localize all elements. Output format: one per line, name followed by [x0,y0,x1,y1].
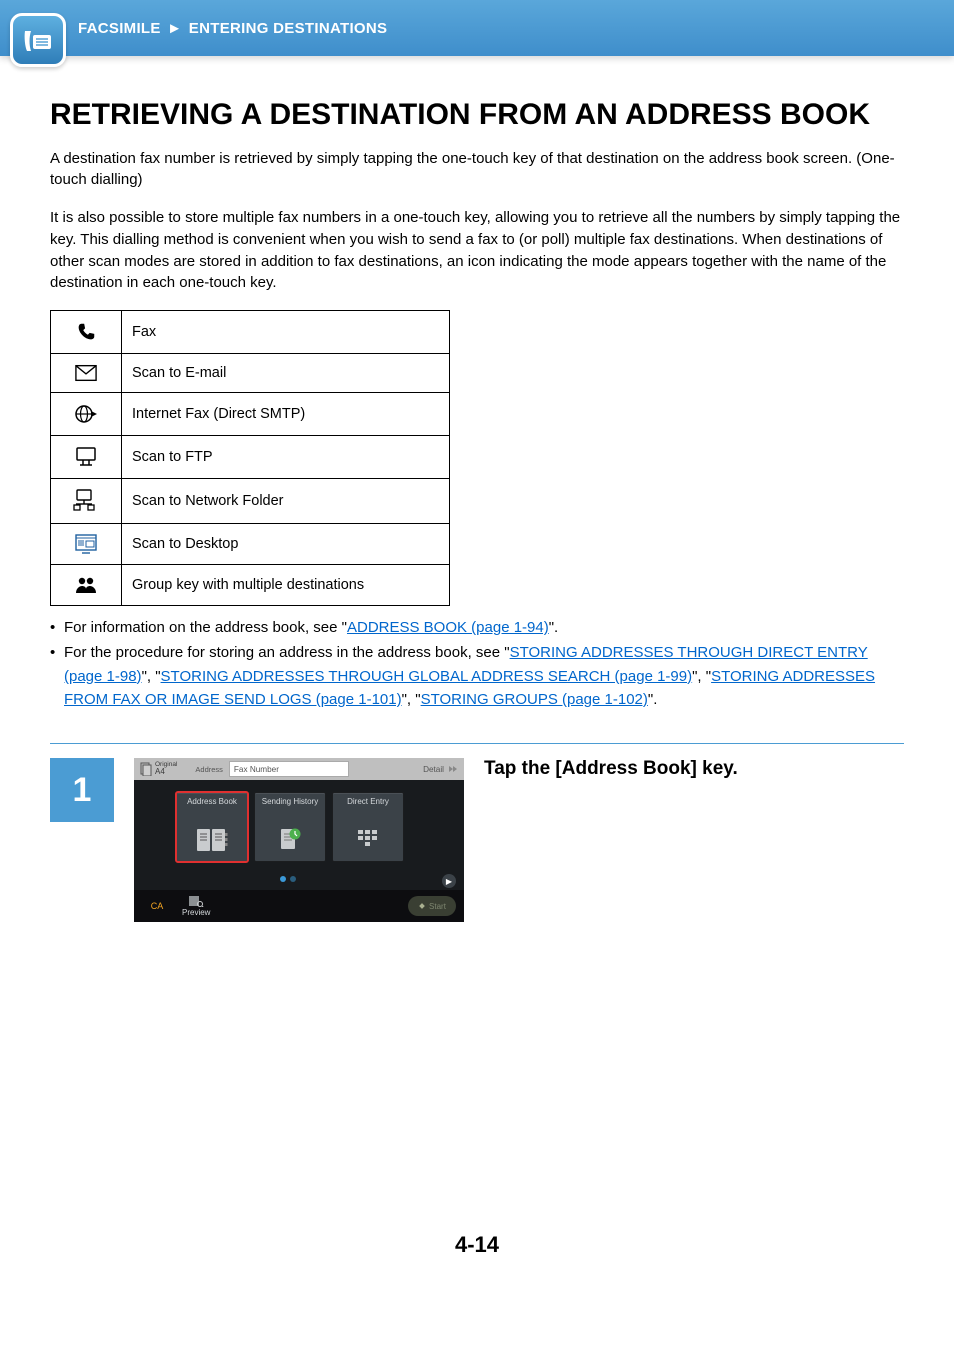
address-label: Address [195,765,223,774]
table-row: Scan to Desktop [51,524,450,565]
touch-panel-screenshot: Original A4 Address Fax Number Detail [134,758,464,922]
detail-button[interactable]: Detail [423,765,458,774]
email-icon [51,354,122,393]
group-icon [51,565,122,606]
mode-label: Internet Fax (Direct SMTP) [122,393,450,436]
table-row: Group key with multiple destinations [51,565,450,606]
preview-button[interactable]: Preview [182,895,210,917]
breadcrumb-page[interactable]: ENTERING DESTINATIONS [189,20,388,37]
fax-mode-icon [10,13,66,67]
original-size: A4 [155,768,177,776]
ref-text: ", " [692,668,711,685]
table-row: Scan to FTP [51,436,450,479]
arrow-right-icon [448,765,458,773]
page-title: RETRIEVING A DESTINATION FROM AN ADDRESS… [50,96,904,134]
start-button[interactable]: Start [408,896,456,916]
bullet-icon: • [50,616,64,639]
ref-text: ", " [142,668,161,685]
mode-label: Scan to E-mail [122,354,450,393]
direct-entry-icon [348,825,388,855]
mode-label: Group key with multiple destinations [122,565,450,606]
diamond-icon [418,902,426,910]
mode-label: Scan to Desktop [122,524,450,565]
page-dots: ▶ [134,868,464,890]
link-global-search[interactable]: STORING ADDRESSES THROUGH GLOBAL ADDRESS… [161,668,693,685]
table-row: Internet Fax (Direct SMTP) [51,393,450,436]
breadcrumb-arrow-icon: ► [167,20,182,37]
ftp-icon [51,436,122,479]
table-row: Scan to Network Folder [51,479,450,524]
table-row: Scan to E-mail [51,354,450,393]
step-separator [50,743,904,744]
page-number: 4-14 [50,1232,904,1258]
mode-label: Fax [122,311,450,354]
fax-icon [51,311,122,354]
fax-number-field[interactable]: Fax Number [229,761,349,777]
bullet-icon: • [50,641,64,711]
fax-number-placeholder: Fax Number [234,765,279,774]
breadcrumb: FACSIMILE ► ENTERING DESTINATIONS [78,20,387,37]
table-row: Fax [51,311,450,354]
address-book-button[interactable]: Address Book [176,792,248,862]
ref-text: ". [549,619,559,636]
link-address-book[interactable]: ADDRESS BOOK (page 1-94) [347,619,549,636]
next-page-button[interactable]: ▶ [442,874,456,888]
page-icon [140,762,152,776]
preview-icon [188,895,204,907]
sending-history-button[interactable]: Sending History [254,792,326,862]
original-size-indicator: Original A4 [140,762,177,777]
intro-paragraph-1: A destination fax number is retrieved by… [50,148,904,192]
ref-text: For the procedure for storing an address… [64,644,510,661]
breadcrumb-section[interactable]: FACSIMILE [78,20,161,37]
step-instruction: Tap the [Address Book] key. [484,758,904,780]
ref-text: For information on the address book, see… [64,619,347,636]
desktop-icon [51,524,122,565]
network-folder-icon [51,479,122,524]
mode-label: Scan to FTP [122,436,450,479]
mode-icon-table: Fax Scan to E-mail Internet Fax (Direc [50,310,450,606]
ca-button[interactable]: CA [142,901,172,911]
intro-paragraph-2: It is also possible to store multiple fa… [50,207,904,294]
direct-entry-button[interactable]: Direct Entry [332,792,404,862]
ref-text: ". [648,691,658,708]
link-storing-groups[interactable]: STORING GROUPS (page 1-102) [421,691,648,708]
address-book-icon [192,825,232,855]
header-bar: FACSIMILE ► ENTERING DESTINATIONS [0,0,954,56]
sending-history-icon [270,825,310,855]
step-number: 1 [50,758,114,822]
internet-fax-icon [51,393,122,436]
ref-text: ", " [402,691,421,708]
mode-label: Scan to Network Folder [122,479,450,524]
reference-list: • For information on the address book, s… [50,616,904,711]
